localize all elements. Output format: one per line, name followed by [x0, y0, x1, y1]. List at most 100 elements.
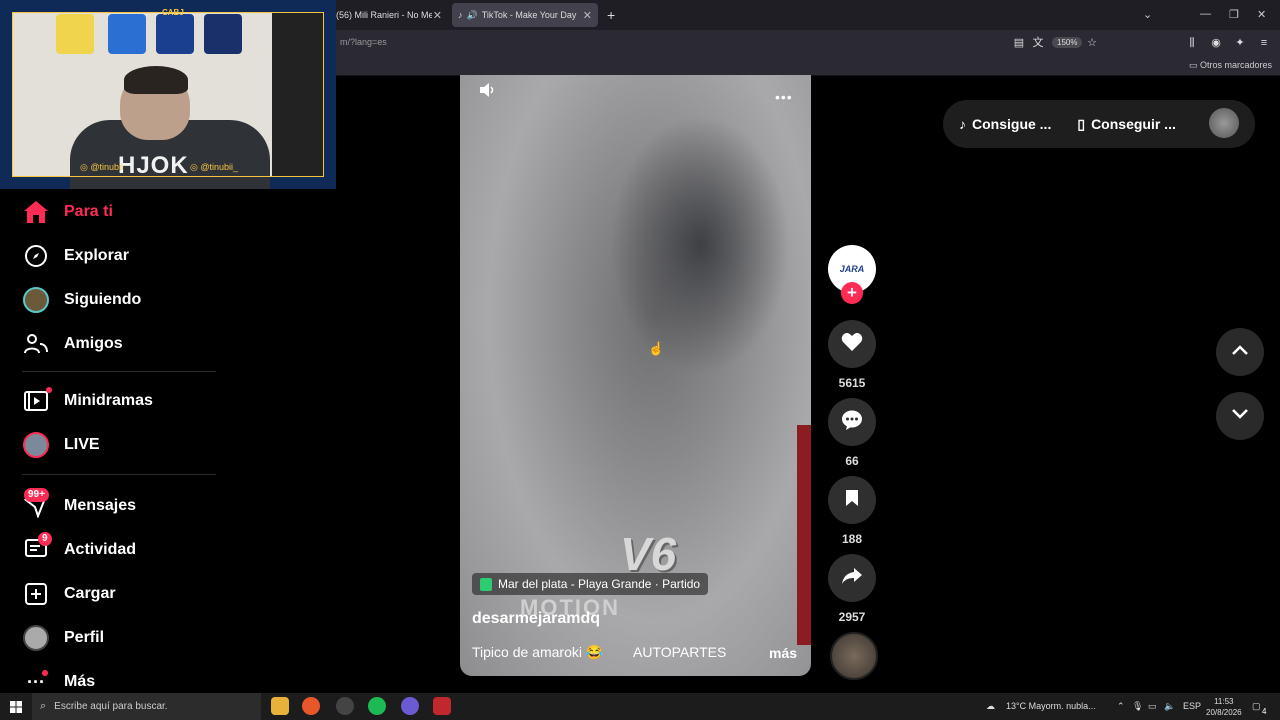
network-icon[interactable]: ▭: [1148, 701, 1157, 712]
sidebar-item-actividad[interactable]: 9 Actividad: [22, 532, 137, 565]
get-coins-button[interactable]: ♪ Consigue ...: [959, 116, 1051, 132]
close-icon[interactable]: ✕: [583, 9, 592, 22]
video-author[interactable]: desarmejaramdq: [472, 610, 600, 628]
save-count: 188: [841, 532, 863, 546]
video-shadow: [610, 115, 790, 375]
heart-icon: [841, 332, 863, 357]
sidebar-item-mensajes[interactable]: 99+ Mensajes: [22, 488, 136, 521]
weather-label[interactable]: 13°C Mayorm. nubla...: [1006, 701, 1096, 711]
more-dots-icon: ···: [22, 668, 50, 696]
close-icon[interactable]: ✕: [433, 9, 442, 22]
sidebar-item-label: Cargar: [64, 585, 116, 602]
next-video-button[interactable]: [1216, 392, 1264, 440]
sidebar-item-cargar[interactable]: Cargar: [22, 579, 116, 609]
like-count: 5615: [838, 376, 866, 390]
language-indicator[interactable]: ESP: [1183, 701, 1201, 711]
music-disc-avatar[interactable]: [830, 632, 878, 680]
search-icon: ⌕: [40, 700, 47, 712]
sidebar-item-live[interactable]: LIVE: [22, 430, 100, 460]
more-caption-button[interactable]: más: [769, 645, 797, 661]
share-button[interactable]: [828, 554, 876, 602]
share-count: 2957: [838, 610, 866, 624]
clock-date: 20/8/2026: [1206, 708, 1242, 717]
sidebar-item-label: Actividad: [64, 541, 137, 558]
taskbar-clock[interactable]: 11:53 20/8/2026: [1206, 696, 1242, 718]
url-bar[interactable]: m/?lang=es: [340, 37, 387, 47]
notification-dot: [46, 387, 52, 393]
notification-count: 4: [1262, 707, 1267, 716]
volume-tray-icon[interactable]: 🔈: [1164, 701, 1175, 712]
restore-button[interactable]: ❐: [1229, 8, 1239, 21]
follow-button[interactable]: +: [841, 282, 863, 304]
location-tag[interactable]: Mar del plata - Playa Grande · Partido: [472, 573, 709, 595]
bookmark-icon: [845, 489, 859, 512]
sidebar-item-label: Para ti: [64, 203, 113, 220]
voicemeeter-icon[interactable]: [433, 697, 451, 715]
sidebar-item-label: Amigos: [64, 335, 123, 352]
video-caption: Tipico de amaroki 😂: [472, 644, 604, 660]
plus-icon: +: [847, 283, 857, 302]
compass-icon: [22, 242, 50, 270]
sidebar-item-label: Siguiendo: [64, 291, 142, 308]
volume-icon[interactable]: [478, 81, 496, 104]
video-hashtag[interactable]: AUTOPARTES: [633, 644, 726, 660]
notification-dot: [42, 670, 48, 676]
instagram-handle: ◎ @tinubii: [80, 162, 124, 172]
location-pin-icon: [480, 577, 492, 591]
other-bookmarks[interactable]: ▭ Otros marcadores: [1189, 60, 1272, 71]
sidebar-item-explorar[interactable]: Explorar: [22, 241, 129, 271]
zoom-level[interactable]: 150%: [1052, 37, 1083, 48]
instagram-icon: ◎: [80, 162, 91, 172]
instagram-icon: ◎: [190, 162, 201, 172]
live-icon: [22, 431, 50, 459]
sidebar-divider: [22, 474, 216, 475]
sidebar-item-label: Más: [64, 673, 96, 690]
windows-start-icon[interactable]: [10, 700, 22, 713]
sidebar-item-minidramas[interactable]: Minidramas: [22, 386, 153, 416]
save-button[interactable]: [828, 476, 876, 524]
cursor-icon: ☝: [648, 341, 665, 356]
browser-tab-music[interactable]: (56) Mili Ranieri - No Me Que ✕: [330, 3, 448, 27]
extensions-icon[interactable]: ✦: [1233, 36, 1247, 50]
library-icon[interactable]: ⫼: [1185, 36, 1199, 50]
translate-icon[interactable]: 文: [1031, 36, 1045, 50]
sidebar-item-amigos[interactable]: Amigos: [22, 329, 123, 359]
spotify-icon[interactable]: [368, 697, 386, 715]
upload-icon: [22, 580, 50, 608]
sidebar-item-siguiendo[interactable]: Siguiendo: [22, 285, 141, 315]
phone-icon: ▯: [1077, 115, 1086, 132]
user-avatar[interactable]: [1209, 108, 1239, 138]
minimize-button[interactable]: —: [1200, 8, 1211, 20]
sidebar-item-perfil[interactable]: Perfil: [22, 623, 104, 653]
discord-icon[interactable]: [401, 697, 419, 715]
taskbar-search[interactable]: ⌕ Escribe aquí para buscar.: [32, 693, 261, 720]
weather-icon: ☁: [986, 701, 995, 711]
bookmark-star-icon[interactable]: ☆: [1085, 36, 1099, 50]
speaker-icon[interactable]: 🔊: [467, 10, 478, 21]
reader-view-icon[interactable]: ▤: [1012, 36, 1026, 50]
tab-list-icon[interactable]: ⌄: [1143, 8, 1152, 21]
app-icon[interactable]: [336, 697, 354, 715]
tab-label: (56) Mili Ranieri - No Me Que: [336, 10, 432, 20]
close-window-button[interactable]: ✕: [1257, 8, 1266, 21]
file-explorer-icon[interactable]: [271, 697, 289, 715]
comment-button[interactable]: [828, 398, 876, 446]
like-button[interactable]: [828, 320, 876, 368]
tray-chevron-icon[interactable]: ⌃: [1117, 701, 1125, 712]
friends-icon: [22, 330, 50, 358]
notification-center-icon[interactable]: ▢: [1252, 701, 1261, 712]
more-options-icon[interactable]: •••: [775, 89, 793, 105]
firefox-icon[interactable]: [302, 697, 320, 715]
new-tab-button[interactable]: +: [607, 7, 615, 23]
previous-video-button[interactable]: [1216, 328, 1264, 376]
microphone-icon[interactable]: 🎙: [1132, 701, 1143, 712]
get-app-button[interactable]: ▯ Conseguir ...: [1077, 116, 1176, 133]
sidebar-item-label: Minidramas: [64, 392, 153, 409]
account-icon[interactable]: ◉: [1209, 36, 1223, 50]
sidebar-item-para-ti[interactable]: Para ti: [22, 197, 113, 227]
activity-badge: 9: [38, 532, 52, 546]
menu-icon[interactable]: ≡: [1257, 36, 1271, 50]
browser-tab-tiktok[interactable]: ♪ 🔊 TikTok - Make Your Day ✕: [452, 3, 598, 27]
sidebar-item-label: Perfil: [64, 629, 105, 646]
folder-icon: ▭: [1188, 60, 1200, 70]
